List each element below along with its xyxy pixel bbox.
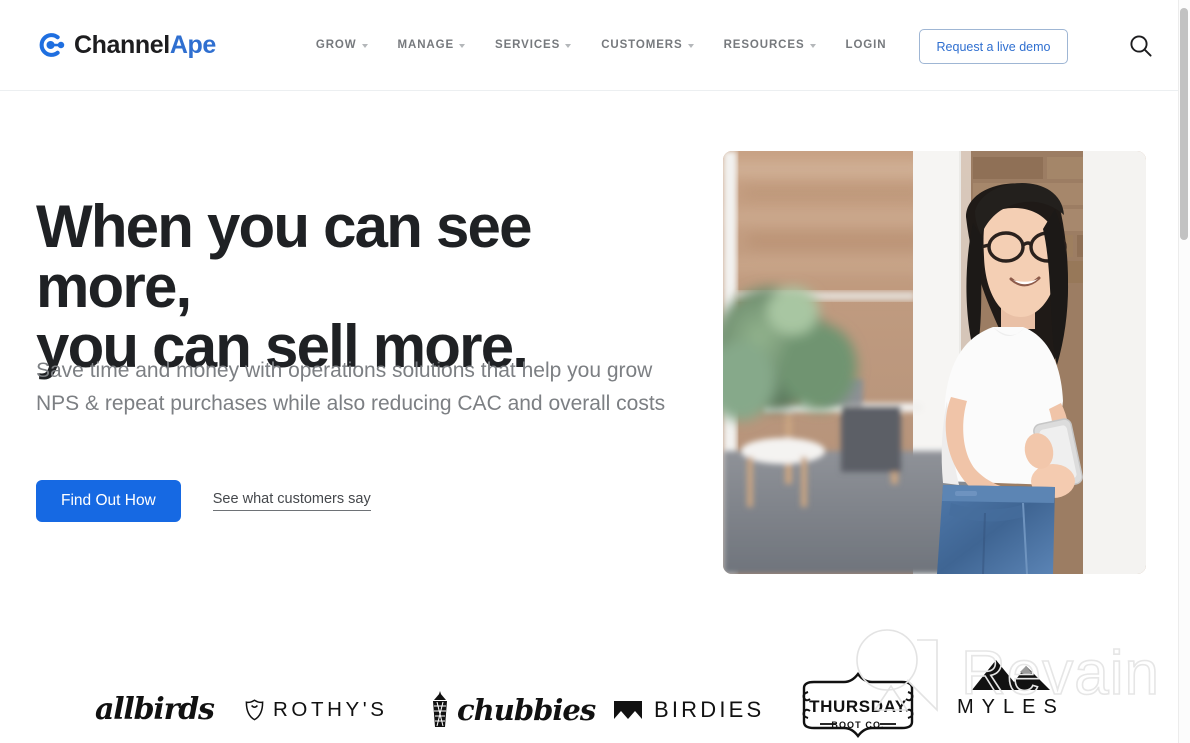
nav-label: MANAGE bbox=[397, 39, 455, 51]
nav-label: GROW bbox=[315, 39, 357, 51]
nav-label: CUSTOMERS bbox=[601, 39, 683, 51]
nav-label: RESOURCES bbox=[723, 39, 805, 51]
brand-logo-allbirds[interactable]: allbirds bbox=[95, 692, 215, 727]
nav-item-resources[interactable]: RESOURCES bbox=[724, 39, 816, 51]
page-scrollbar[interactable] bbox=[1178, 0, 1190, 743]
brand-label: MYLES bbox=[957, 696, 1065, 718]
pineapple-icon bbox=[433, 691, 447, 727]
brand-logo-chubbies[interactable]: chubbies bbox=[428, 690, 596, 730]
brand-label: BIRDIES bbox=[654, 697, 765, 722]
hero-image bbox=[723, 151, 1146, 574]
hero-cta-row: Find Out How See what customers say bbox=[36, 480, 371, 522]
shield-icon bbox=[245, 699, 264, 721]
logo-text-channel: Channel bbox=[74, 30, 170, 59]
scrollbar-thumb[interactable] bbox=[1180, 8, 1188, 240]
headline-line-1: When you can see more, bbox=[36, 193, 532, 320]
see-customers-link[interactable]: See what customers say bbox=[212, 491, 371, 511]
logo-text-ape: Ape bbox=[169, 30, 216, 59]
thursday-badge-icon: THURSDAY BOOT CO. bbox=[802, 672, 914, 738]
nav-item-login[interactable]: LOGIN bbox=[846, 39, 887, 51]
nav-label: LOGIN bbox=[845, 39, 887, 51]
hero-subheading: Save time and money with operations solu… bbox=[36, 359, 666, 415]
brand-label: THURSDAY bbox=[809, 697, 907, 716]
search-button[interactable] bbox=[1128, 33, 1154, 59]
hero-photo bbox=[723, 151, 1146, 574]
customer-logos-strip: allbirds ROTHY'S chubbies BIRDIES THURSD… bbox=[0, 640, 1178, 743]
brand-logo-myles[interactable]: MYLES bbox=[957, 652, 1065, 719]
hero-section: When you can see more, you can sell more… bbox=[0, 91, 1178, 601]
find-out-how-button[interactable]: Find Out How bbox=[36, 480, 181, 522]
brand-label: ROTHY'S bbox=[273, 698, 388, 721]
logo-text: ChannelApe bbox=[74, 30, 216, 59]
browser-viewport: ChannelApe GROW MANAGE SERVICES CUSTOMER… bbox=[0, 0, 1178, 743]
brand-logo-birdies[interactable]: BIRDIES bbox=[613, 697, 764, 723]
nav-label: SERVICES bbox=[495, 39, 561, 51]
mountain-icon bbox=[971, 660, 1050, 690]
logo[interactable]: ChannelApe bbox=[36, 30, 216, 60]
site-header: ChannelApe GROW MANAGE SERVICES CUSTOMER… bbox=[0, 0, 1178, 91]
search-icon bbox=[1130, 35, 1152, 57]
channelape-logo-icon bbox=[39, 33, 65, 57]
page-title: When you can see more, you can sell more… bbox=[36, 197, 676, 377]
brand-logo-rothys[interactable]: ROTHY'S bbox=[245, 698, 388, 722]
main-navigation: GROW MANAGE SERVICES CUSTOMERS RESOURCES… bbox=[316, 39, 887, 51]
chevron-down-icon bbox=[687, 43, 694, 48]
request-demo-button[interactable]: Request a live demo bbox=[919, 29, 1068, 64]
birdies-mark-icon bbox=[614, 701, 642, 719]
chevron-down-icon bbox=[809, 43, 816, 48]
nav-item-customers[interactable]: CUSTOMERS bbox=[601, 39, 694, 51]
chevron-down-icon bbox=[459, 43, 466, 48]
brand-logo-thursday-boot-co[interactable]: THURSDAY BOOT CO. bbox=[798, 670, 918, 742]
chevron-down-icon bbox=[565, 43, 572, 48]
brand-sublabel: BOOT CO. bbox=[831, 720, 884, 730]
nav-item-grow[interactable]: GROW bbox=[316, 39, 368, 51]
nav-item-services[interactable]: SERVICES bbox=[495, 39, 572, 51]
brand-label: allbirds bbox=[95, 692, 215, 727]
chevron-down-icon bbox=[361, 43, 368, 48]
brand-label: chubbies bbox=[457, 693, 596, 727]
nav-item-manage[interactable]: MANAGE bbox=[398, 39, 466, 51]
